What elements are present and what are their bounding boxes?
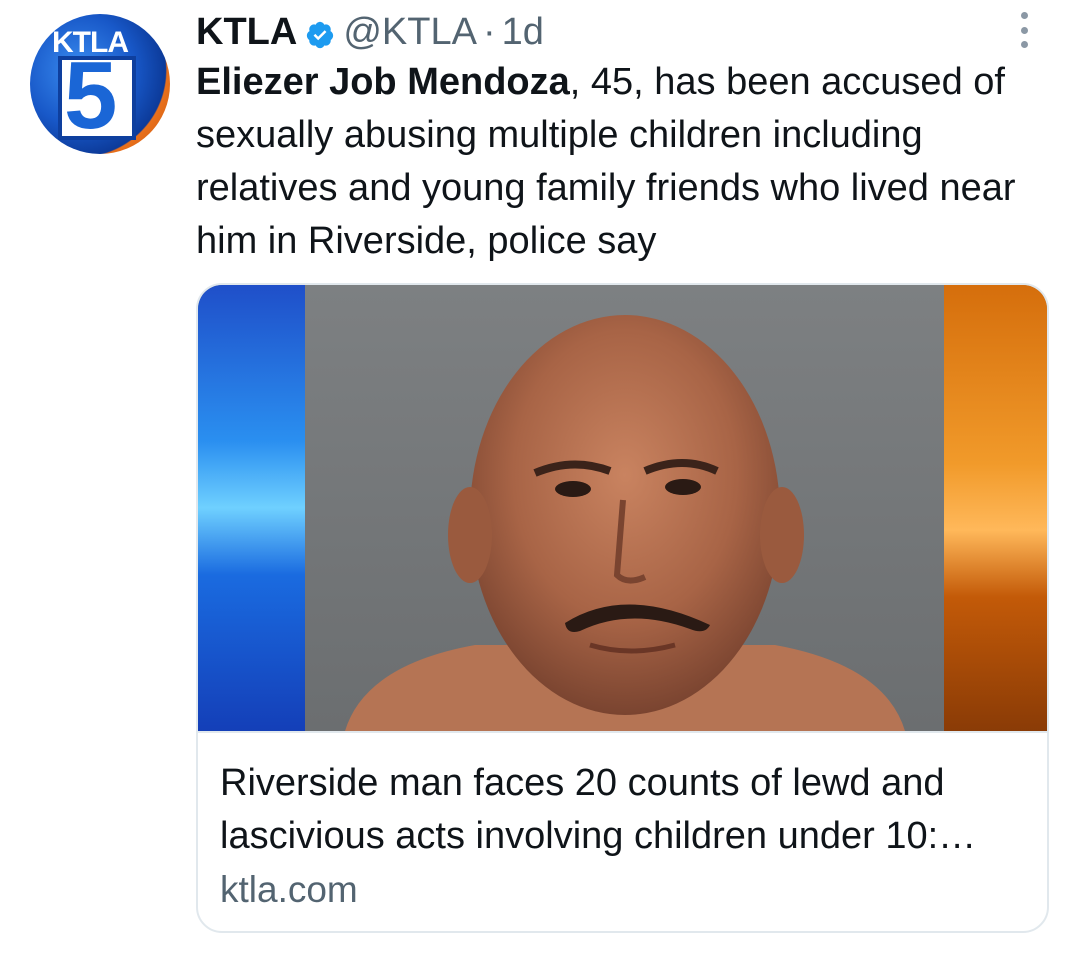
link-card[interactable]: Riverside man faces 20 counts of lewd an…: [196, 283, 1049, 933]
more-dot: [1020, 26, 1028, 34]
tweet-text-bold: Eliezer Job Mendoza: [196, 61, 570, 103]
avatar-logo-number: 5: [64, 42, 118, 149]
mugshot-photo-icon: [345, 315, 905, 731]
tweet-header: KTLA @KTLA · 1d: [196, 10, 544, 54]
card-domain[interactable]: ktla.com: [220, 865, 1029, 915]
more-dot: [1020, 12, 1028, 19]
separator-dot: ·: [482, 10, 496, 53]
card-image-left-strip: [198, 285, 305, 731]
verified-badge-icon: [305, 17, 335, 49]
author-handle[interactable]: @KTLA: [343, 11, 477, 54]
tweet-timestamp[interactable]: 1d: [502, 11, 544, 54]
avatar[interactable]: KTLA 5: [30, 14, 170, 154]
card-title[interactable]: Riverside man faces 20 counts of lewd an…: [220, 757, 1029, 863]
tweet-text: Eliezer Job Mendoza, 45, has been accuse…: [196, 56, 1056, 268]
card-body[interactable]: Riverside man faces 20 counts of lewd an…: [198, 731, 1047, 931]
more-dot: [1020, 41, 1028, 48]
more-options-icon[interactable]: [1014, 12, 1034, 48]
card-image-right-strip: [944, 285, 1047, 731]
author-name[interactable]: KTLA: [196, 11, 297, 54]
card-image[interactable]: [198, 285, 1047, 731]
card-image-photo: [305, 285, 944, 731]
